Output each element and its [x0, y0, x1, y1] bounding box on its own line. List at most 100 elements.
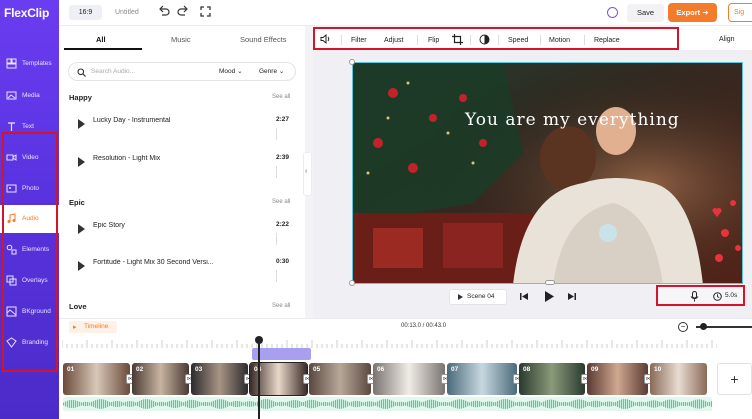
project-title[interactable]: Untitled [115, 9, 139, 16]
timeline-clip[interactable]: 10 [650, 363, 707, 395]
waveform-bar [485, 401, 487, 407]
sidebar-item-video[interactable]: Video [0, 144, 59, 172]
sidebar-item-overlays[interactable]: Overlays [0, 267, 59, 295]
list-item[interactable]: Lucky Day - Instrumental 2:27 [64, 114, 296, 144]
waveform-bar [103, 399, 105, 409]
waveform-bar [627, 399, 629, 409]
waveform-bar [613, 402, 615, 406]
genre-filter[interactable]: Genre ⌄ [259, 67, 284, 75]
align-button[interactable]: Align [719, 36, 735, 43]
replace-button[interactable]: Replace [594, 37, 620, 44]
opacity-icon[interactable] [479, 34, 490, 45]
flip-button[interactable]: Flip [428, 37, 439, 44]
sidebar-item-audio[interactable]: Audio [0, 205, 59, 233]
adjust-button[interactable]: Adjust [384, 37, 403, 44]
sidebar-item-photo[interactable]: Photo [0, 175, 59, 203]
play-icon[interactable] [78, 157, 85, 167]
timeline-clip[interactable]: 09 [587, 363, 648, 395]
waveform-bar [573, 400, 575, 408]
timeline-ruler[interactable] [62, 338, 717, 348]
aspect-ratio-button[interactable]: 16:9 [69, 5, 102, 20]
zoom-slider-knob[interactable] [700, 323, 707, 330]
waveform-bar [423, 401, 425, 407]
timeline-clip[interactable]: 02 [132, 363, 189, 395]
waveform-bar [703, 400, 705, 408]
waveform-bar [679, 402, 681, 406]
timeline-clip[interactable]: 01 [63, 363, 130, 395]
search-box[interactable]: Search Audio... Mood ⌄ Genre ⌄ [68, 62, 296, 81]
add-clip-button[interactable]: + [717, 363, 752, 395]
list-item[interactable]: Epic Story 2:22 [64, 219, 296, 249]
divider [276, 270, 277, 282]
clip-track[interactable]: 01⋈02⋈03⋈04⋈05⋈06⋈07⋈08⋈09⋈10 [63, 362, 712, 396]
tab-underline [64, 48, 142, 50]
motion-button[interactable]: Motion [549, 37, 570, 44]
see-all-epic[interactable]: See all [272, 199, 290, 205]
track-name: Resolution - Light Mix [93, 155, 161, 162]
playhead-selection[interactable] [252, 348, 311, 360]
waveform-bar [351, 401, 353, 407]
waveform-bar [379, 400, 381, 408]
undo-icon[interactable] [158, 5, 170, 19]
filter-button[interactable]: Filter [351, 37, 367, 44]
skip-forward-icon[interactable] [567, 292, 576, 301]
sidebar-item-templates[interactable]: Templates [0, 50, 59, 78]
resize-handle[interactable] [349, 280, 355, 286]
waveform-bar [335, 399, 337, 409]
canvas-caption-text[interactable]: You are my everything [465, 110, 680, 130]
play-icon[interactable] [78, 224, 85, 234]
mood-filter[interactable]: Mood ⌄ [219, 67, 243, 75]
export-button[interactable]: Export ➜ [668, 3, 717, 22]
collapse-panel-handle[interactable]: ‹ [303, 152, 312, 196]
chat-icon[interactable] [607, 7, 618, 18]
save-button[interactable]: Save [627, 4, 664, 22]
timeline-clip[interactable]: 05 [309, 363, 371, 395]
tab-music[interactable]: Music [171, 35, 191, 44]
timeline-clip[interactable]: 08 [519, 363, 585, 395]
play-icon[interactable] [78, 261, 85, 271]
timeline-clip[interactable]: 06 [373, 363, 445, 395]
sidebar-item-media[interactable]: Media [0, 82, 59, 110]
audio-waveform-track[interactable] [63, 397, 713, 411]
tab-all[interactable]: All [96, 35, 106, 44]
timeline-clip[interactable]: 07 [447, 363, 517, 395]
playhead[interactable] [258, 338, 260, 419]
waveform-bar [77, 401, 79, 407]
video-canvas[interactable] [352, 62, 743, 284]
resize-handle[interactable] [349, 59, 355, 65]
fullscreen-icon[interactable] [200, 6, 211, 19]
skip-back-icon[interactable] [520, 292, 529, 301]
redo-icon[interactable] [177, 5, 189, 19]
resize-handle[interactable] [545, 280, 555, 285]
waveform-bar [339, 399, 341, 409]
sidebar-item-text[interactable]: Text [0, 113, 59, 141]
list-item[interactable]: Fortitude - Light Mix 30 Second Versi...… [64, 256, 296, 286]
volume-icon[interactable] [320, 34, 331, 44]
playhead-handle[interactable] [255, 336, 263, 344]
divider [276, 166, 277, 178]
overlays-icon [6, 275, 17, 286]
play-icon [458, 294, 463, 300]
zoom-out-icon[interactable]: − [678, 322, 688, 332]
see-all-love[interactable]: See all [272, 303, 290, 309]
sidebar-item-branding[interactable]: Branding [0, 329, 59, 357]
tab-sound-effects[interactable]: Sound Effects [240, 35, 287, 44]
microphone-icon[interactable] [690, 291, 699, 302]
sidebar-item-elements[interactable]: Elements [0, 236, 59, 264]
scene-image [353, 63, 742, 283]
sign-in-button[interactable]: Sig [728, 3, 752, 22]
chevron-down-icon: ⌄ [237, 68, 243, 75]
list-item[interactable]: Resolution - Light Mix 2:39 [64, 152, 296, 182]
timeline-clip[interactable]: 03 [191, 363, 248, 395]
see-all-happy[interactable]: See all [272, 94, 290, 100]
play-icon[interactable] [78, 119, 85, 129]
search-input[interactable]: Search Audio... [91, 68, 135, 75]
crop-icon[interactable] [452, 34, 463, 45]
play-button[interactable] [544, 291, 554, 302]
waveform-bar [467, 401, 469, 407]
waveform-bar [275, 402, 277, 406]
scene-duration[interactable]: 5.0s [725, 292, 737, 299]
speed-button[interactable]: Speed [508, 37, 528, 44]
waveform-bar [545, 400, 547, 408]
sidebar-item-bkground[interactable]: BKground [0, 298, 59, 326]
